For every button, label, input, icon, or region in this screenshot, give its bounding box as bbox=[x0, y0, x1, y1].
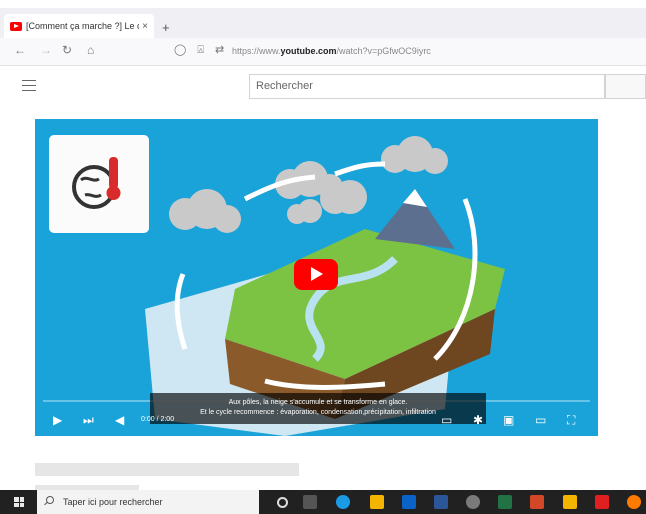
large-play-button[interactable] bbox=[294, 259, 338, 290]
miniplayer-icon[interactable]: ▣ bbox=[503, 413, 514, 427]
edge-icon[interactable] bbox=[336, 495, 350, 509]
taskbar-search-placeholder: Taper ici pour rechercher bbox=[63, 497, 163, 507]
browser-navbar: ← → ↻ ⌂ ◯ ⍓ ⇄ https://www.youtube.com/wa… bbox=[0, 38, 646, 66]
time-display: 0:00 / 2:00 bbox=[141, 416, 175, 423]
climate-logo-card bbox=[49, 135, 149, 233]
forward-arrow-icon[interactable]: → bbox=[40, 43, 52, 57]
browser-tabstrip: [Comment ça marche ?] Le cycl × + bbox=[0, 8, 646, 38]
windows-taskbar: Taper ici pour rechercher bbox=[0, 490, 646, 514]
word-icon[interactable] bbox=[434, 495, 448, 509]
youtube-header: Rechercher bbox=[0, 66, 646, 106]
file-explorer-icon[interactable] bbox=[370, 495, 384, 509]
mail-icon[interactable] bbox=[402, 495, 416, 509]
play-icon[interactable]: ▶ bbox=[53, 413, 62, 427]
captions-icon[interactable]: ▭ bbox=[441, 413, 452, 427]
next-icon[interactable]: ⏭ bbox=[83, 413, 94, 427]
volume-icon[interactable]: ◀ bbox=[115, 413, 124, 427]
youtube-favicon-icon bbox=[10, 21, 22, 31]
browser-tab-youtube[interactable]: [Comment ça marche ?] Le cycl × bbox=[4, 14, 154, 38]
back-arrow-icon[interactable]: ← bbox=[14, 43, 26, 57]
taskbar-search-input[interactable]: Taper ici pour rechercher bbox=[37, 490, 259, 514]
loading-placeholder-title bbox=[35, 463, 299, 476]
reload-icon[interactable]: ↻ bbox=[62, 43, 72, 57]
settings-gear-icon[interactable]: ✱ bbox=[473, 413, 483, 427]
windows-start-icon[interactable] bbox=[14, 497, 24, 507]
url-field[interactable]: https://www.youtube.com/watch?v=pGfwOC9i… bbox=[232, 46, 431, 56]
home-icon[interactable]: ⌂ bbox=[87, 43, 94, 57]
pdf-reader-icon[interactable] bbox=[595, 495, 609, 509]
fullscreen-icon[interactable]: ⛶ bbox=[567, 413, 575, 427]
search-input[interactable]: Rechercher bbox=[249, 74, 605, 99]
new-tab-button[interactable]: + bbox=[162, 20, 170, 35]
address-bar-security-icons[interactable]: ◯ ⍓ ⇄ bbox=[174, 43, 228, 57]
video-player[interactable]: Aux pôles, la neige s'accumule et se tra… bbox=[35, 119, 598, 436]
firefox-icon[interactable] bbox=[627, 495, 641, 509]
globe-thermometer-icon bbox=[72, 157, 121, 209]
theater-mode-icon[interactable]: ▭ bbox=[535, 413, 546, 427]
menu-hamburger-icon[interactable] bbox=[22, 80, 36, 91]
cortana-icon[interactable] bbox=[277, 497, 288, 508]
close-tab-icon[interactable]: × bbox=[142, 21, 148, 32]
folder-icon[interactable] bbox=[563, 495, 577, 509]
app-icon[interactable] bbox=[466, 495, 480, 509]
tab-title: [Comment ça marche ?] Le cycl bbox=[26, 21, 139, 31]
search-icon bbox=[46, 496, 54, 504]
task-view-icon[interactable] bbox=[303, 495, 317, 509]
powerpoint-icon[interactable] bbox=[530, 495, 544, 509]
screen: [Comment ça marche ?] Le cycl × + ← → ↻ … bbox=[0, 0, 646, 514]
search-button[interactable] bbox=[605, 74, 646, 99]
excel-icon[interactable] bbox=[498, 495, 512, 509]
